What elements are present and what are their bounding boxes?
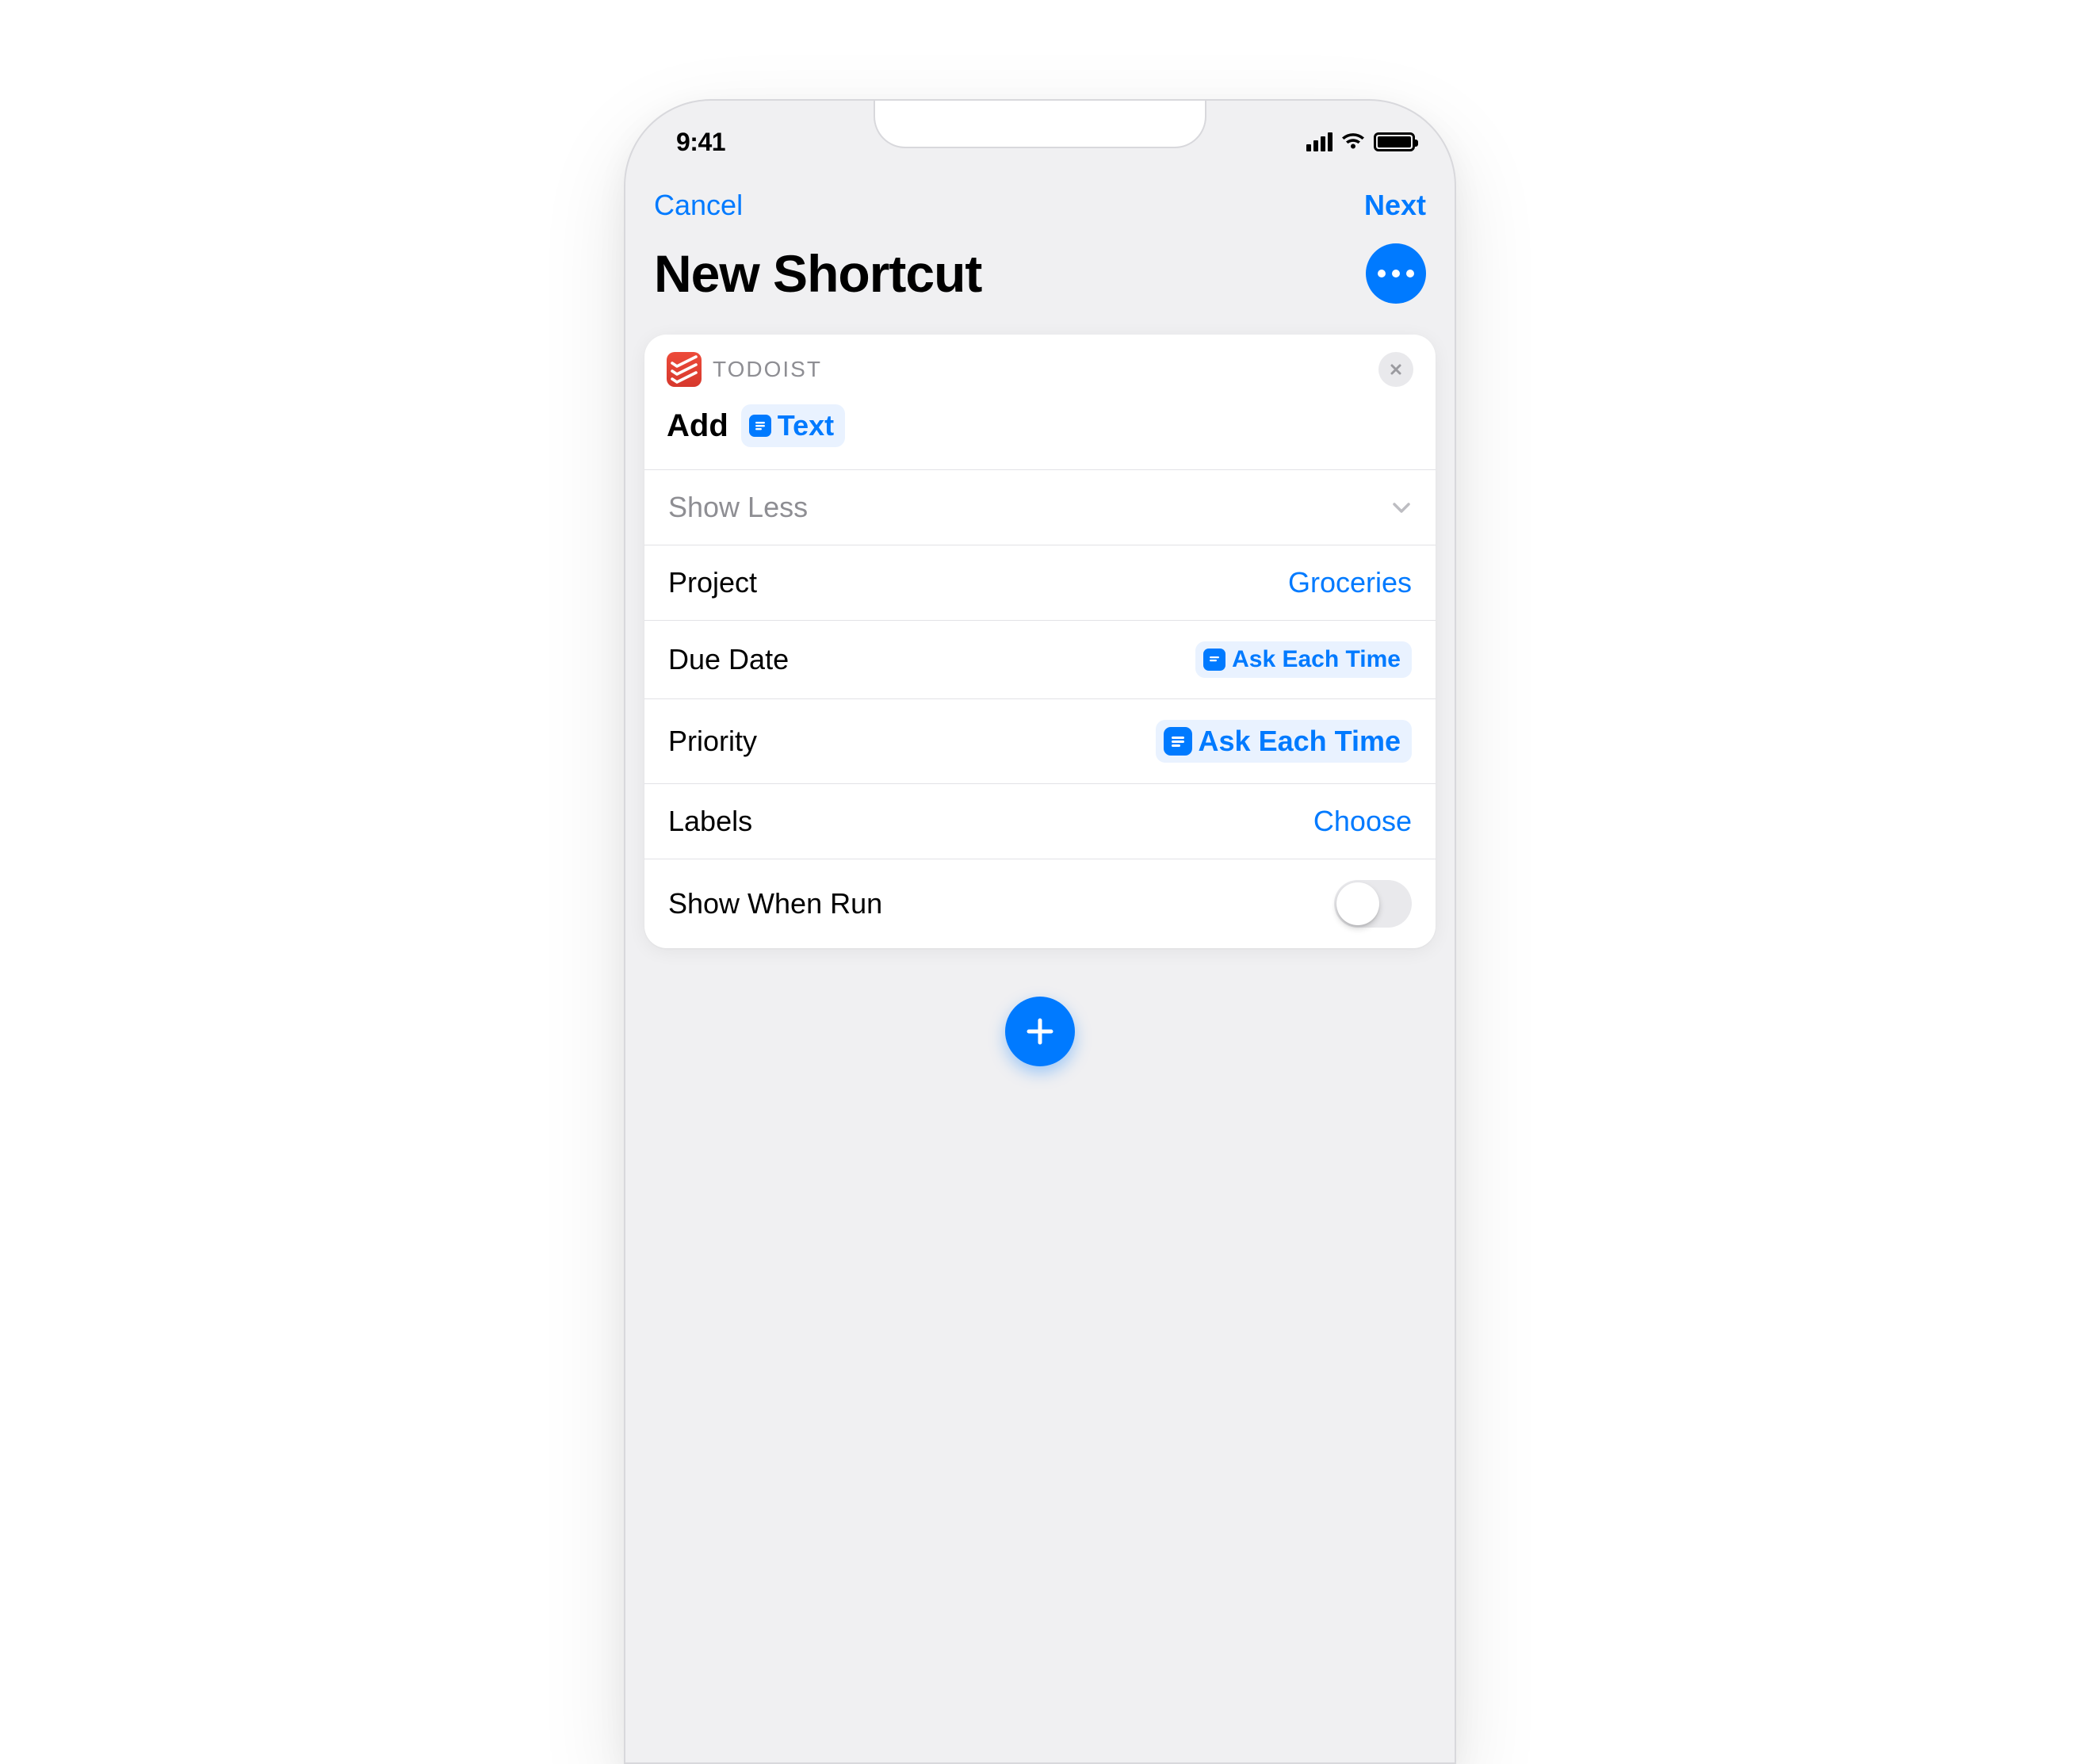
due-date-row[interactable]: Due Date Ask Each Time (644, 620, 1436, 698)
due-date-value: Ask Each Time (1232, 646, 1401, 673)
cellular-icon (1306, 132, 1332, 151)
chevron-down-icon (1391, 497, 1412, 518)
show-less-label: Show Less (668, 491, 808, 524)
show-when-run-row: Show When Run (644, 859, 1436, 948)
project-row[interactable]: Project Groceries (644, 545, 1436, 620)
project-value: Groceries (1288, 566, 1412, 599)
due-date-ask-token[interactable]: Ask Each Time (1195, 641, 1412, 678)
priority-label: Priority (668, 725, 757, 758)
variable-text-token[interactable]: Text (741, 404, 845, 447)
priority-value: Ask Each Time (1199, 725, 1401, 758)
phone-frame: 9:41 Cancel Next New Shortcut TODOIST (624, 99, 1456, 1764)
add-action-button[interactable] (1005, 997, 1075, 1066)
cancel-button[interactable]: Cancel (654, 189, 743, 222)
battery-icon (1374, 132, 1415, 151)
notch (874, 101, 1206, 148)
status-time: 9:41 (676, 128, 725, 157)
more-button[interactable] (1366, 243, 1426, 304)
show-when-run-label: Show When Run (668, 887, 882, 920)
action-summary[interactable]: Add Text (644, 398, 1436, 469)
ask-icon (1203, 649, 1225, 671)
card-header: TODOIST (644, 335, 1436, 398)
title-row: New Shortcut (625, 243, 1455, 324)
wifi-icon (1340, 132, 1366, 151)
due-date-label: Due Date (668, 643, 789, 676)
remove-action-button[interactable] (1378, 352, 1413, 387)
labels-value: Choose (1313, 805, 1412, 838)
status-indicators (1306, 132, 1415, 151)
next-button[interactable]: Next (1364, 189, 1426, 222)
nav-bar: Cancel Next (625, 174, 1455, 237)
labels-row[interactable]: Labels Choose (644, 783, 1436, 859)
priority-row[interactable]: Priority Ask Each Time (644, 698, 1436, 783)
action-card: TODOIST Add Text Show Less Project Groce… (644, 335, 1436, 948)
show-less-row[interactable]: Show Less (644, 469, 1436, 545)
action-verb: Add (667, 408, 728, 444)
project-label: Project (668, 566, 757, 599)
card-app-name: TODOIST (713, 357, 822, 382)
priority-ask-token[interactable]: Ask Each Time (1156, 720, 1412, 763)
variable-text-label: Text (778, 409, 834, 442)
text-variable-icon (749, 415, 771, 437)
ask-icon (1164, 727, 1192, 756)
todoist-app-icon (667, 352, 702, 387)
show-when-run-toggle[interactable] (1334, 880, 1412, 928)
page-title: New Shortcut (654, 243, 981, 304)
labels-label: Labels (668, 805, 752, 838)
